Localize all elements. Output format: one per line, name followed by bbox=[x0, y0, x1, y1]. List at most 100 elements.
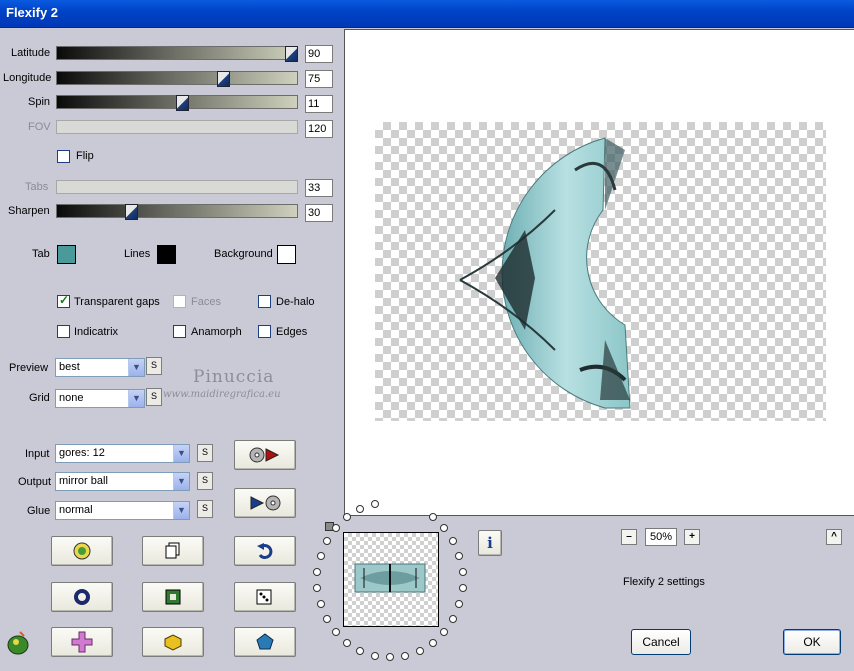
tab-color-label: Tab bbox=[32, 248, 50, 260]
longitude-label: Longitude bbox=[3, 72, 52, 84]
navigator-dot bbox=[331, 627, 340, 636]
flip-checkbox[interactable] bbox=[57, 150, 70, 163]
edges-label: Edges bbox=[276, 326, 308, 338]
randomize-colors-button[interactable] bbox=[51, 536, 113, 566]
spin-thumb[interactable] bbox=[176, 95, 189, 111]
chevron-down-icon: ▼ bbox=[173, 473, 189, 490]
globe-icon bbox=[73, 542, 91, 560]
output-value: mirror ball bbox=[59, 475, 108, 487]
glue-label: Glue bbox=[27, 505, 51, 517]
watermark-name: Pinuccia bbox=[193, 367, 275, 387]
spin-slider[interactable] bbox=[56, 95, 298, 111]
dice-button[interactable] bbox=[234, 582, 296, 612]
sharpen-slider[interactable] bbox=[56, 204, 298, 220]
navigator-dot bbox=[449, 614, 458, 623]
transparent-gaps-checkbox[interactable]: ✓ bbox=[57, 293, 70, 308]
cross-button[interactable] bbox=[51, 627, 113, 657]
glue-s-button[interactable]: S bbox=[197, 500, 213, 518]
latitude-field[interactable]: 90 bbox=[305, 45, 333, 63]
play-back-button[interactable] bbox=[234, 488, 296, 518]
square-button[interactable] bbox=[142, 582, 204, 612]
title-bar: Flexify 2 bbox=[0, 0, 854, 28]
watermark-url: www.maidiregrafica.eu bbox=[163, 389, 281, 400]
scroll-up-button[interactable]: ^ bbox=[826, 529, 842, 545]
preview-label: Preview bbox=[9, 362, 49, 374]
anamorph-label: Anamorph bbox=[191, 326, 242, 338]
tab-color-swatch[interactable] bbox=[57, 245, 76, 264]
check-icon: ✓ bbox=[59, 293, 70, 307]
glue-select[interactable]: normal ▼ bbox=[55, 501, 190, 520]
pentagon-icon bbox=[256, 633, 274, 650]
window-title: Flexify 2 bbox=[6, 5, 59, 20]
undo-icon bbox=[257, 543, 273, 560]
tabs-label: Tabs bbox=[25, 181, 49, 193]
ring-button[interactable] bbox=[51, 582, 113, 612]
undo-button[interactable] bbox=[234, 536, 296, 566]
cube-button[interactable] bbox=[142, 627, 204, 657]
mirror-ball-render bbox=[459, 137, 631, 409]
input-label: Input bbox=[25, 448, 50, 460]
navigator-dot bbox=[322, 614, 331, 623]
grid-value: none bbox=[59, 392, 84, 404]
latitude-slider[interactable] bbox=[56, 46, 298, 62]
zoom-out-button[interactable]: – bbox=[621, 529, 637, 545]
longitude-field[interactable]: 75 bbox=[305, 70, 333, 88]
preview-select[interactable]: best ▼ bbox=[55, 358, 145, 377]
sharpen-label: Sharpen bbox=[8, 205, 50, 217]
settings-label: Flexify 2 settings bbox=[623, 576, 705, 588]
output-s-button[interactable]: S bbox=[197, 472, 213, 490]
navigator-dot bbox=[458, 567, 467, 576]
fov-slider bbox=[56, 120, 298, 134]
background-color-swatch[interactable] bbox=[277, 245, 296, 264]
copy-button[interactable] bbox=[142, 536, 204, 566]
transparent-gaps-label: Transparent gaps bbox=[74, 296, 160, 308]
longitude-slider[interactable] bbox=[56, 71, 298, 87]
lines-color-label: Lines bbox=[124, 248, 151, 260]
navigator-dot bbox=[440, 627, 449, 636]
spin-label: Spin bbox=[28, 96, 51, 108]
disc-play-icon bbox=[249, 447, 280, 463]
flexify-logo-icon bbox=[7, 631, 29, 655]
input-value: gores: 12 bbox=[59, 447, 105, 459]
ok-button[interactable]: OK bbox=[783, 629, 841, 655]
navigator-dot bbox=[401, 651, 410, 660]
navigator-dot bbox=[415, 646, 424, 655]
anamorph-checkbox[interactable] bbox=[173, 325, 186, 338]
copy-icon bbox=[165, 542, 180, 559]
dice-icon bbox=[256, 589, 272, 605]
lines-color-swatch[interactable] bbox=[157, 245, 176, 264]
grid-s-button[interactable]: S bbox=[146, 388, 162, 406]
input-s-button[interactable]: S bbox=[197, 444, 213, 462]
preview-s-button[interactable]: S bbox=[146, 357, 162, 375]
flip-label: Flip bbox=[76, 150, 94, 162]
output-select[interactable]: mirror ball ▼ bbox=[55, 472, 190, 491]
tabs-slider bbox=[56, 180, 298, 194]
spin-field[interactable]: 11 bbox=[305, 95, 333, 113]
sharpen-field[interactable]: 30 bbox=[305, 204, 333, 222]
info-button[interactable]: i bbox=[478, 530, 502, 556]
zoom-in-button[interactable]: + bbox=[684, 529, 700, 545]
de-halo-checkbox[interactable] bbox=[258, 295, 271, 308]
faces-label: Faces bbox=[191, 296, 221, 308]
longitude-thumb[interactable] bbox=[217, 71, 230, 87]
chevron-down-icon: ▼ bbox=[128, 390, 144, 407]
output-label: Output bbox=[18, 476, 52, 488]
tabs-field: 33 bbox=[305, 179, 333, 197]
indicatrix-checkbox[interactable] bbox=[57, 325, 70, 338]
latitude-label: Latitude bbox=[11, 47, 51, 59]
navigator-dot bbox=[316, 552, 325, 561]
indicatrix-label: Indicatrix bbox=[74, 326, 119, 338]
grid-select[interactable]: none ▼ bbox=[55, 389, 145, 408]
pentagon-button[interactable] bbox=[234, 627, 296, 657]
fov-field: 120 bbox=[305, 120, 333, 138]
cancel-button[interactable]: Cancel bbox=[631, 629, 691, 655]
edges-checkbox[interactable] bbox=[258, 325, 271, 338]
ring-icon bbox=[74, 589, 90, 605]
play-forward-button[interactable] bbox=[234, 440, 296, 470]
input-select[interactable]: gores: 12 ▼ bbox=[55, 444, 190, 463]
navigator-dot bbox=[356, 646, 365, 655]
sharpen-thumb[interactable] bbox=[125, 204, 138, 220]
zoom-level: 50% bbox=[645, 528, 677, 546]
cross-icon bbox=[71, 631, 93, 653]
latitude-thumb[interactable] bbox=[285, 46, 298, 62]
